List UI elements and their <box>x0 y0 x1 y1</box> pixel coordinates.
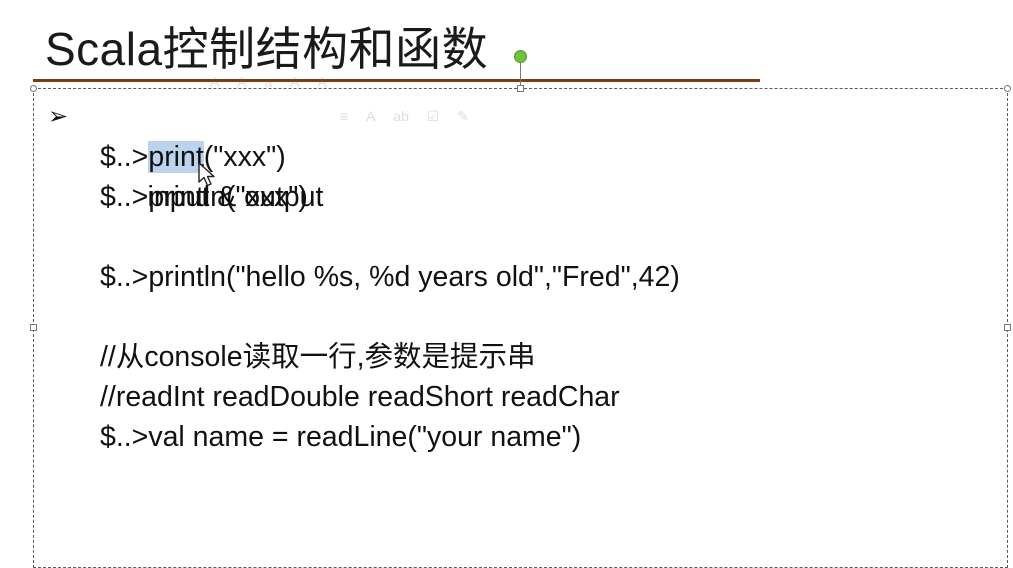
comment-read-methods: //readInt readDouble readShort readChar <box>100 381 620 413</box>
resize-handle-top-right[interactable] <box>1004 85 1011 92</box>
code-line-readline: $..>val name = readLine("your name") <box>100 421 582 453</box>
code-line-print: $..>print("xxx") <box>48 137 680 177</box>
resize-handle-right[interactable] <box>1004 324 1011 331</box>
bullet-line: ➢ input & output <box>48 97 680 213</box>
slide-canvas: Scala控制结构和函数 A A a A A ≡ A ab ☑ ✎ ➢ inpu… <box>0 0 1013 568</box>
prompt-prefix: $..> <box>100 141 149 173</box>
resize-handle-left[interactable] <box>30 324 37 331</box>
comment-readline: //从console读取一行,参数是提示串 <box>100 341 536 373</box>
code-line-println: $..>println("xxx") <box>100 181 308 213</box>
rotation-handle[interactable] <box>514 50 527 63</box>
code-line-format: $..>println("hello %s, %d years old","Fr… <box>100 261 680 293</box>
arrow-bullet-icon: ➢ <box>48 103 69 130</box>
resize-handle-top-left[interactable] <box>30 85 37 92</box>
code-text-body[interactable]: ➢ input & output $..>print("xxx") $..>pr… <box>48 97 680 457</box>
resize-handle-top[interactable] <box>517 85 524 92</box>
slide-title[interactable]: Scala控制结构和函数 <box>45 20 488 78</box>
selected-text[interactable]: print <box>148 141 204 173</box>
mouse-cursor-icon <box>198 162 215 187</box>
